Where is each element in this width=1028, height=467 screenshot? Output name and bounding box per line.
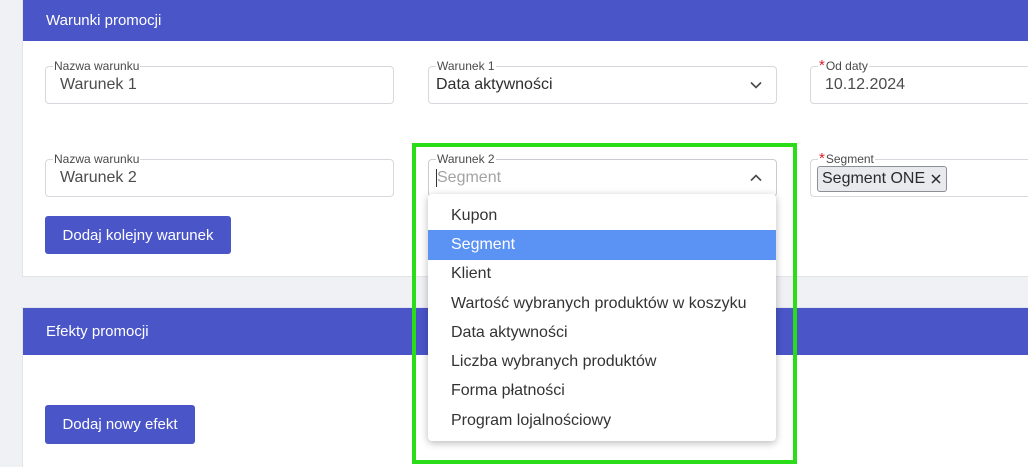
dropdown-option-segment[interactable]: Segment [428, 230, 776, 260]
segment-label: *Segment [818, 150, 875, 167]
condition-name-value-2: Warunek 2 [60, 169, 137, 186]
chevron-up-icon[interactable] [748, 170, 764, 186]
date-from-value: 10.12.2024 [825, 76, 906, 93]
effects-title: Efekty promocji [46, 323, 149, 340]
date-from-field[interactable]: *Od daty 10.12.2024 [810, 58, 1028, 104]
condition-type-select-1[interactable]: Warunek 1 Data aktywności [428, 59, 777, 104]
condition-type-dropdown: Kupon Segment Klient Wartość wybranych p… [428, 194, 776, 441]
condition-name-value-1: Warunek 1 [60, 76, 137, 93]
segment-chip: Segment ONE [817, 166, 948, 192]
condition-name-field-2[interactable]: Nazwa warunku Warunek 2 [45, 152, 394, 197]
dropdown-option-product-count[interactable]: Liczba wybranych produktów [428, 347, 776, 376]
add-condition-button[interactable]: Dodaj kolejny warunek [45, 216, 231, 254]
condition-type-value-1: Data aktywności [436, 76, 553, 93]
dropdown-option-kupon[interactable]: Kupon [428, 201, 776, 230]
add-effect-button[interactable]: Dodaj nowy efekt [45, 405, 195, 444]
condition-name-field-1[interactable]: Nazwa warunku Warunek 1 [45, 59, 394, 104]
chevron-down-icon[interactable] [748, 77, 764, 93]
conditions-title: Warunki promocji [46, 11, 162, 29]
condition-type-input-2[interactable]: Segment [436, 160, 501, 196]
dropdown-option-cart-value[interactable]: Wartość wybranych produktów w koszyku [428, 289, 776, 318]
close-icon[interactable] [930, 173, 942, 185]
segment-chip-label: Segment ONE [822, 170, 926, 187]
condition-type-placeholder-2: Segment [437, 169, 502, 186]
dropdown-option-payment-method[interactable]: Forma płatności [428, 377, 776, 406]
dropdown-option-klient[interactable]: Klient [428, 260, 776, 289]
condition-type-select-2[interactable]: Warunek 2 Segment [428, 152, 777, 197]
required-marker: * [819, 57, 825, 74]
segment-field[interactable]: *Segment Segment ONE [810, 151, 1028, 197]
conditions-header: Warunki promocji [23, 0, 1028, 41]
required-marker: * [819, 150, 825, 167]
dropdown-option-loyalty-program[interactable]: Program lojalnościowy [428, 406, 776, 435]
dropdown-option-activity-date[interactable]: Data aktywności [428, 318, 776, 347]
